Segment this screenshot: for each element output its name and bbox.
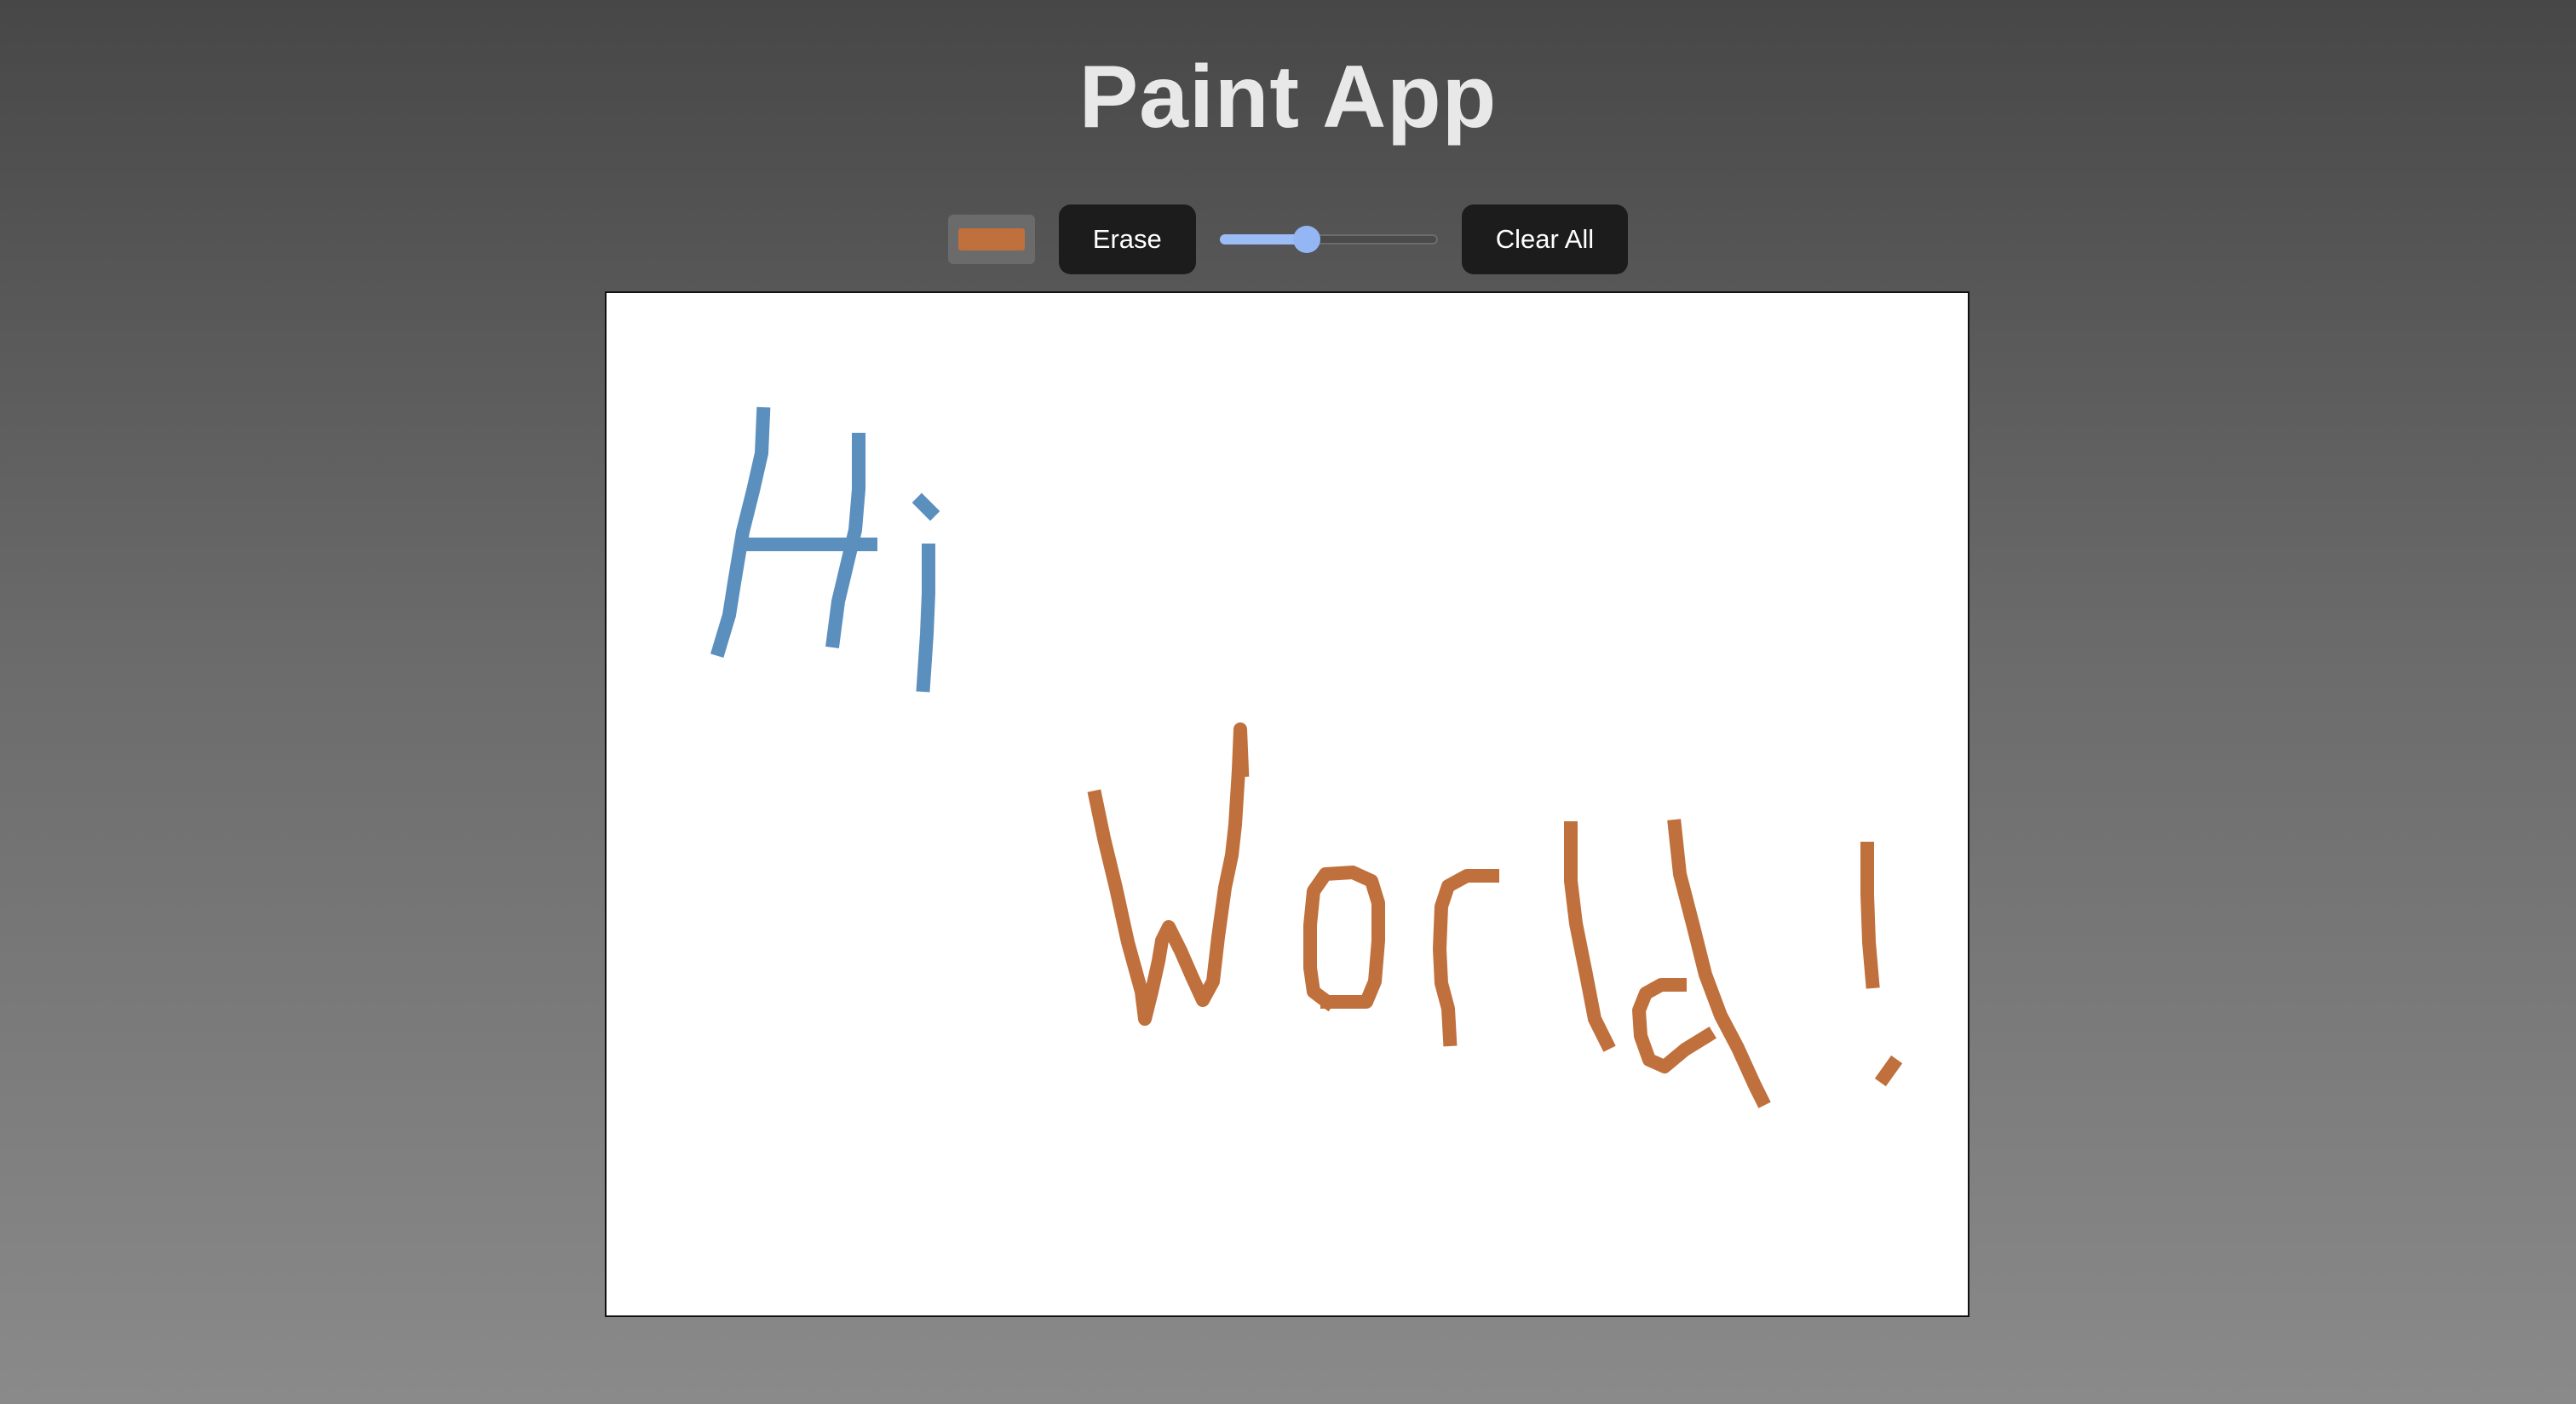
world-r (1433, 869, 1499, 1047)
page-title: Paint App (1078, 48, 1498, 147)
slider-thumb[interactable] (1292, 226, 1320, 253)
hi-i-dot (911, 492, 940, 521)
canvas-drawing (710, 406, 1903, 1108)
color-picker[interactable] (947, 215, 1035, 264)
clear-all-button[interactable]: Clear All (1461, 204, 1629, 274)
world-o (1303, 866, 1385, 1012)
hi-h-left-stroke (710, 406, 771, 658)
world-drawing (1087, 722, 1903, 1108)
drawing-canvas[interactable] (605, 291, 1969, 1317)
brush-size-slider[interactable] (1219, 222, 1438, 256)
erase-button[interactable]: Erase (1058, 204, 1196, 274)
world-l (1564, 821, 1616, 1052)
color-swatch (957, 228, 1025, 250)
hi-i-stem (916, 544, 935, 693)
toolbar: Erase Clear All (0, 204, 2576, 274)
world-d-stem (1667, 819, 1771, 1108)
world-d-bowl (1632, 978, 1717, 1073)
world-exclaim-dot (1874, 1055, 1903, 1087)
world-w (1087, 722, 1250, 1026)
world-exclaim-stem (1860, 842, 1880, 989)
hi-drawing (710, 406, 940, 693)
